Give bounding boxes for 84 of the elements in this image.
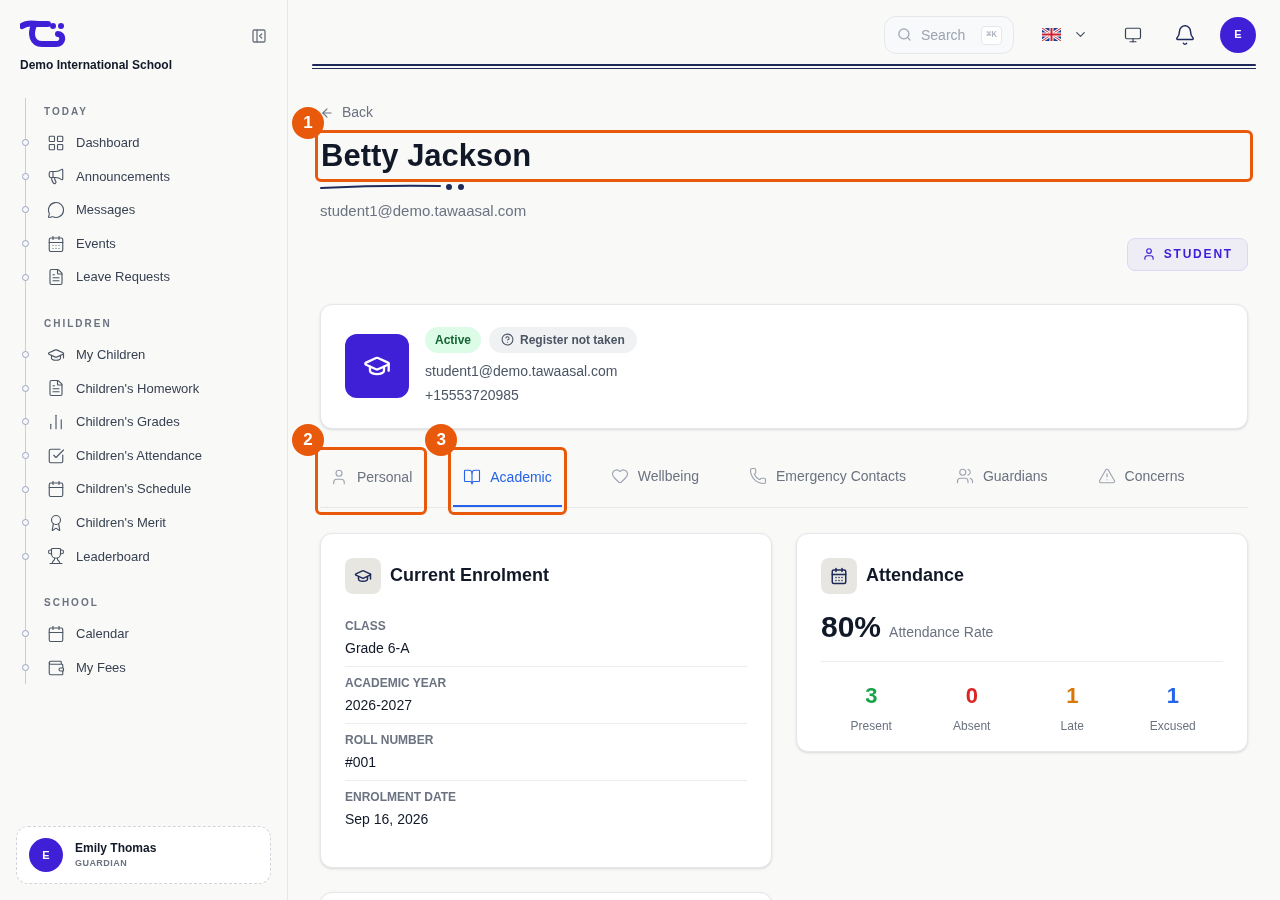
document-icon <box>47 379 65 398</box>
field-value: Grade 6-A <box>345 638 411 658</box>
page-title: Betty Jackson <box>321 136 532 175</box>
search-icon <box>897 26 912 42</box>
profile-email: student1@demo.tawaasal.com <box>425 361 619 381</box>
calendar-icon <box>47 624 65 643</box>
sidebar-item[interactable]: My Fees <box>26 650 126 685</box>
sidebar-item[interactable]: Calendar <box>26 617 129 651</box>
sidebar-item[interactable]: Children's Homework <box>26 371 200 406</box>
calendar-icon <box>47 480 65 499</box>
profile-phone: +15553720985 <box>425 385 520 405</box>
trophy-icon <box>47 547 65 566</box>
tab[interactable]: Guardians <box>945 448 1058 506</box>
attendance-rate: 80% <box>821 608 882 645</box>
section-heading: TODAY <box>44 106 88 117</box>
tab[interactable]: Wellbeing <box>600 448 709 506</box>
account-avatar[interactable]: E <box>1220 16 1256 53</box>
wallet-icon <box>47 658 65 677</box>
role-badge: STUDENT <box>1126 237 1248 271</box>
field-label: ROLL NUMBER <box>345 731 435 749</box>
card-title: Attendance <box>866 564 964 587</box>
flag-icon <box>1042 28 1061 41</box>
field-value: 2026-2027 <box>345 695 413 715</box>
attendance-rate-label: Attendance Rate <box>889 622 994 642</box>
tab[interactable]: Emergency Contacts <box>738 448 916 506</box>
school-name: Demo International School <box>20 57 172 74</box>
megaphone-icon <box>47 167 65 186</box>
stat-value: 0 <box>965 681 978 710</box>
warning-icon <box>1097 467 1116 485</box>
phone-icon <box>748 467 767 485</box>
section-heading: SCHOOL <box>44 597 99 609</box>
heart-icon <box>610 467 629 485</box>
notification-icon[interactable] <box>1174 23 1196 46</box>
field-label: CLASS <box>345 617 387 635</box>
field-label: ENROLMENT DATE <box>345 788 458 806</box>
sidebar-item[interactable]: My Children <box>26 337 146 372</box>
grid-icon <box>47 133 65 152</box>
logo-icon <box>20 20 66 48</box>
callout-number: 1 <box>292 107 324 139</box>
register-badge: Register not taken <box>489 326 637 353</box>
bar-chart-icon <box>47 412 65 431</box>
sidebar-item[interactable]: Messages <box>26 193 136 227</box>
field-value: Sep 16, 2026 <box>345 809 430 829</box>
sidebar-item[interactable]: Leaderboard <box>26 539 150 574</box>
collapse-sidebar-icon[interactable] <box>251 28 267 44</box>
field-label: ACADEMIC YEAR <box>345 674 448 692</box>
sidebar-item[interactable]: Children's Grades <box>26 405 180 439</box>
stat-value: 1 <box>1066 681 1079 710</box>
student-email: student1@demo.tawaasal.com <box>320 201 528 221</box>
calendar-icon <box>47 234 65 253</box>
sidebar-item[interactable]: Events <box>26 226 116 261</box>
person-icon <box>1141 247 1156 261</box>
tab[interactable]: Academic <box>453 449 562 507</box>
book-icon <box>463 468 482 486</box>
callout-number: 2 <box>292 423 324 456</box>
sidebar-item[interactable]: Leave Requests <box>26 260 170 294</box>
status-badge: Active <box>425 326 482 353</box>
monitor-icon[interactable] <box>1124 25 1142 44</box>
user-card[interactable]: E Emily Thomas GUARDIAN <box>16 826 271 884</box>
person-icon <box>330 468 348 486</box>
sidebar-item[interactable]: Dashboard <box>26 126 140 160</box>
user-role: GUARDIAN <box>75 857 129 871</box>
sidebar-item[interactable]: Children's Schedule <box>26 472 192 506</box>
stat-label: Excused <box>1149 717 1196 735</box>
stat-value: 3 <box>865 681 878 710</box>
stat-label: Absent <box>953 717 991 735</box>
question-icon <box>501 333 515 346</box>
section-heading: CHILDREN <box>44 317 112 329</box>
chat-bubble-icon <box>47 201 65 219</box>
stat-label: Late <box>1060 717 1084 735</box>
document-icon <box>47 268 65 287</box>
card-title: Current Enrolment <box>390 564 549 587</box>
tab[interactable]: Concerns <box>1087 448 1195 506</box>
sidebar-item[interactable]: Announcements <box>26 159 170 194</box>
stat-label: Present <box>850 717 892 735</box>
user-avatar: E <box>29 838 63 872</box>
sidebar-item[interactable]: Children's Merit <box>26 505 166 540</box>
sidebar-item[interactable]: Children's Attendance <box>26 438 203 473</box>
people-icon <box>955 467 974 485</box>
stat-value: 1 <box>1166 681 1179 710</box>
calendar-icon <box>830 566 848 585</box>
checkbox-icon <box>47 446 65 465</box>
field-value: #001 <box>345 752 378 772</box>
user-name: Emily Thomas <box>75 840 157 858</box>
